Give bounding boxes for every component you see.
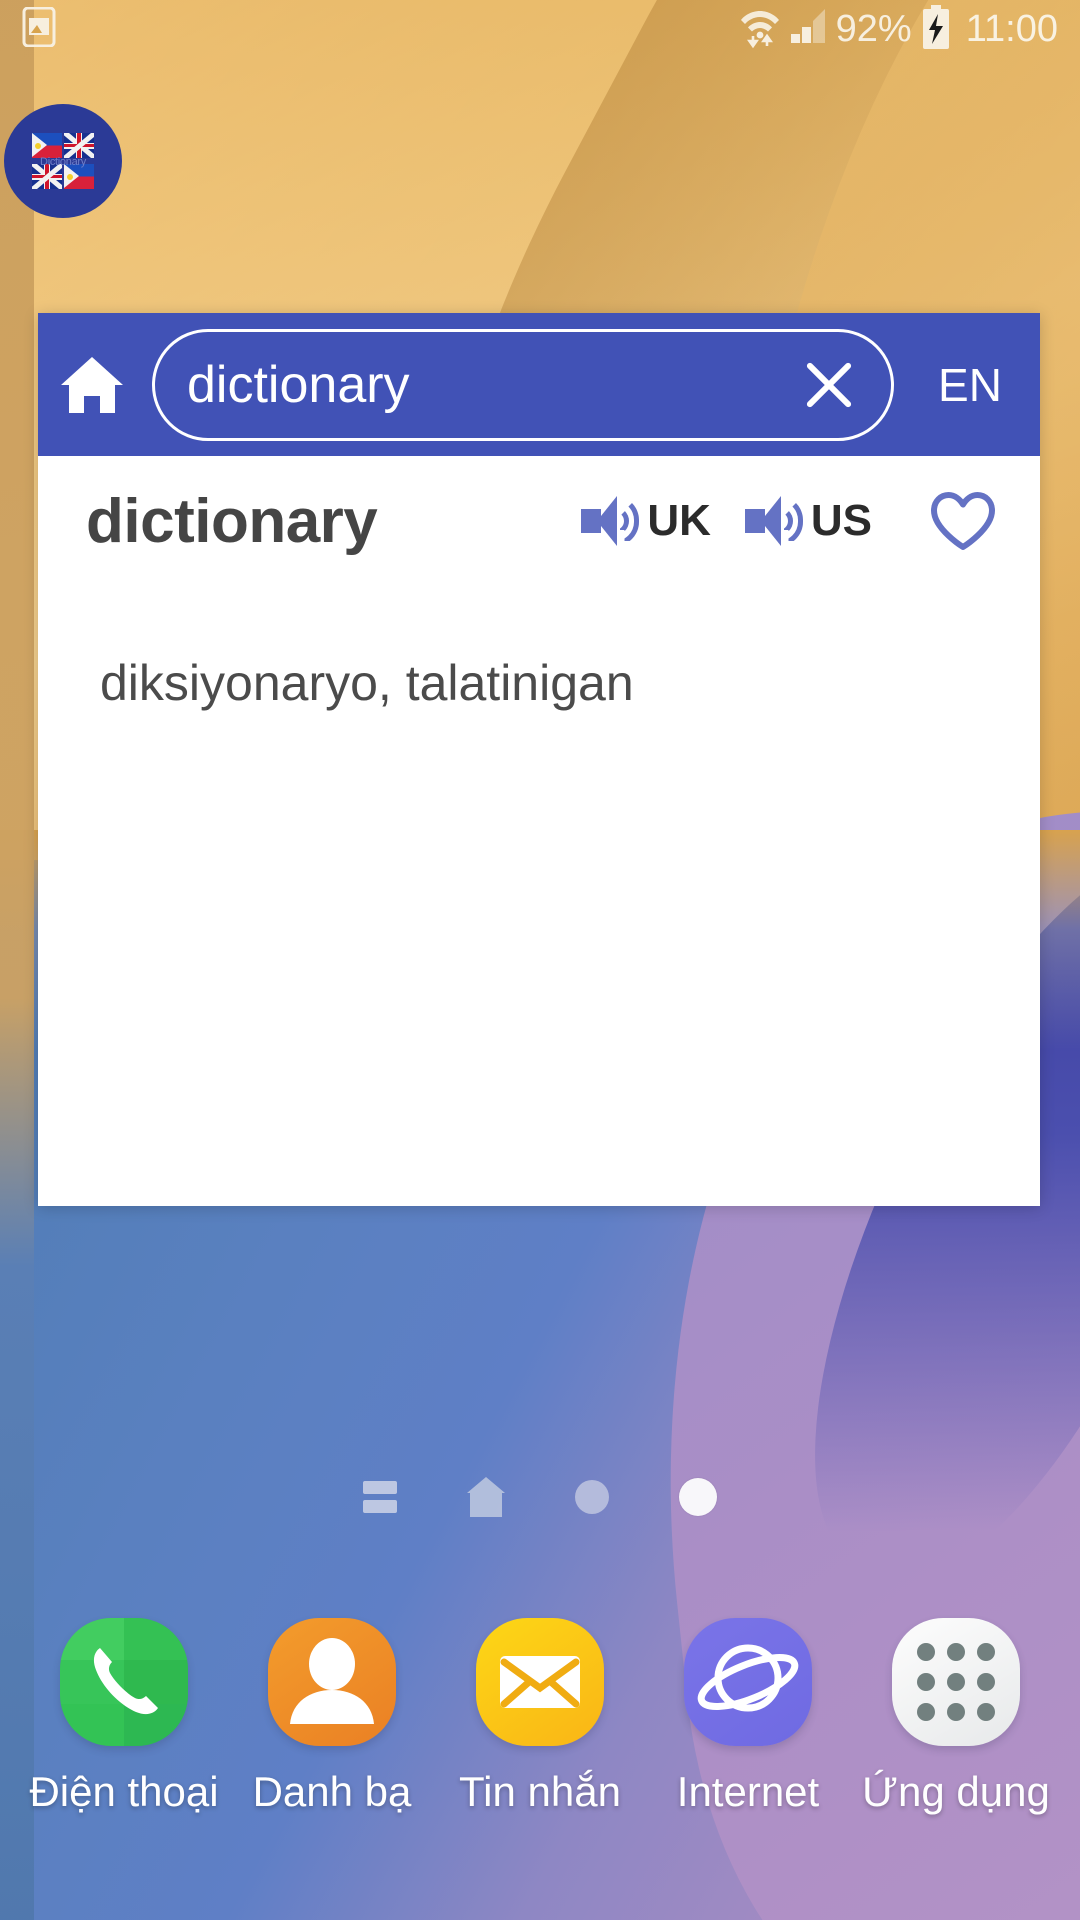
app-shortcut-label: Dictionary xyxy=(40,156,86,168)
status-bar: 92% 11:00 xyxy=(0,0,1080,58)
headword: dictionary xyxy=(86,486,378,556)
speaker-icon xyxy=(581,496,640,546)
dock-label-contacts: Danh bạ xyxy=(252,1768,412,1815)
home-button[interactable] xyxy=(38,313,146,456)
pronounce-us-button[interactable]: US xyxy=(744,496,872,546)
app-shortcut-dictionary[interactable]: Dictionary xyxy=(4,104,122,218)
home-icon xyxy=(61,356,123,413)
close-icon[interactable] xyxy=(793,349,865,421)
language-button[interactable]: EN xyxy=(900,313,1040,456)
uk-flag-icon xyxy=(64,133,94,158)
phone-screen: 92% 11:00 Dictionary dictionary EN dicti… xyxy=(0,0,1080,1920)
favorite-button[interactable] xyxy=(920,491,1006,551)
speaker-icon xyxy=(744,496,803,546)
dock-item-apps[interactable]: Ứng dụng xyxy=(858,1618,1054,1816)
translation-text: diksiyonaryo, talatinigan xyxy=(100,655,634,711)
philippines-flag-icon xyxy=(32,133,62,158)
image-icon xyxy=(22,6,56,52)
page-indicator-dot-active[interactable] xyxy=(679,1478,717,1516)
language-label: EN xyxy=(938,358,1002,411)
dock-item-messages[interactable]: Tin nhắn xyxy=(442,1618,638,1816)
dock-label-phone: Điện thoại xyxy=(29,1768,219,1815)
search-input-value: dictionary xyxy=(187,355,410,414)
browser-icon xyxy=(684,1618,812,1746)
entry-header-row: dictionary UK US xyxy=(38,456,1040,586)
dock: Điện thoại Danh bạ Tin nhắn Internet Ứng… xyxy=(0,1618,1080,1920)
page-indicator-dot[interactable] xyxy=(575,1480,609,1514)
page-indicator-home-icon[interactable] xyxy=(467,1477,505,1517)
app-content: dictionary UK US diksiyonaryo, talatinig… xyxy=(38,456,1040,1206)
wifi-data-icon xyxy=(740,5,780,54)
battery-percent: 92% xyxy=(835,7,912,50)
search-input[interactable]: dictionary xyxy=(152,328,894,441)
page-indicator-row xyxy=(0,1477,1080,1517)
dock-item-phone[interactable]: Điện thoại xyxy=(26,1618,222,1816)
cellular-signal-icon xyxy=(789,7,827,52)
dictionary-app-window: dictionary EN dictionary UK US diksiyona… xyxy=(38,313,1040,1206)
status-clock: 11:00 xyxy=(965,7,1058,50)
dock-item-contacts[interactable]: Danh bạ xyxy=(234,1618,430,1816)
dock-item-internet[interactable]: Internet xyxy=(650,1618,846,1816)
page-indicator-feed-icon[interactable] xyxy=(363,1479,397,1515)
dock-label-internet: Internet xyxy=(676,1768,820,1815)
dock-label-apps: Ứng dụng xyxy=(862,1768,1050,1815)
message-icon xyxy=(476,1618,604,1746)
heart-outline-icon xyxy=(930,491,996,551)
dock-label-messages: Tin nhắn xyxy=(459,1768,621,1815)
pronounce-uk-label: UK xyxy=(647,496,711,545)
pronounce-uk-button[interactable]: UK xyxy=(581,496,711,546)
apps-grid-icon xyxy=(892,1618,1020,1746)
pronunciation-group: UK US xyxy=(581,491,1006,551)
phone-icon xyxy=(60,1618,188,1746)
pronounce-us-label: US xyxy=(810,496,872,545)
contacts-icon xyxy=(268,1618,396,1746)
flag-grid-icon: Dictionary xyxy=(32,133,94,189)
battery-charging-icon xyxy=(921,4,951,54)
app-toolbar: dictionary EN xyxy=(38,313,1040,456)
